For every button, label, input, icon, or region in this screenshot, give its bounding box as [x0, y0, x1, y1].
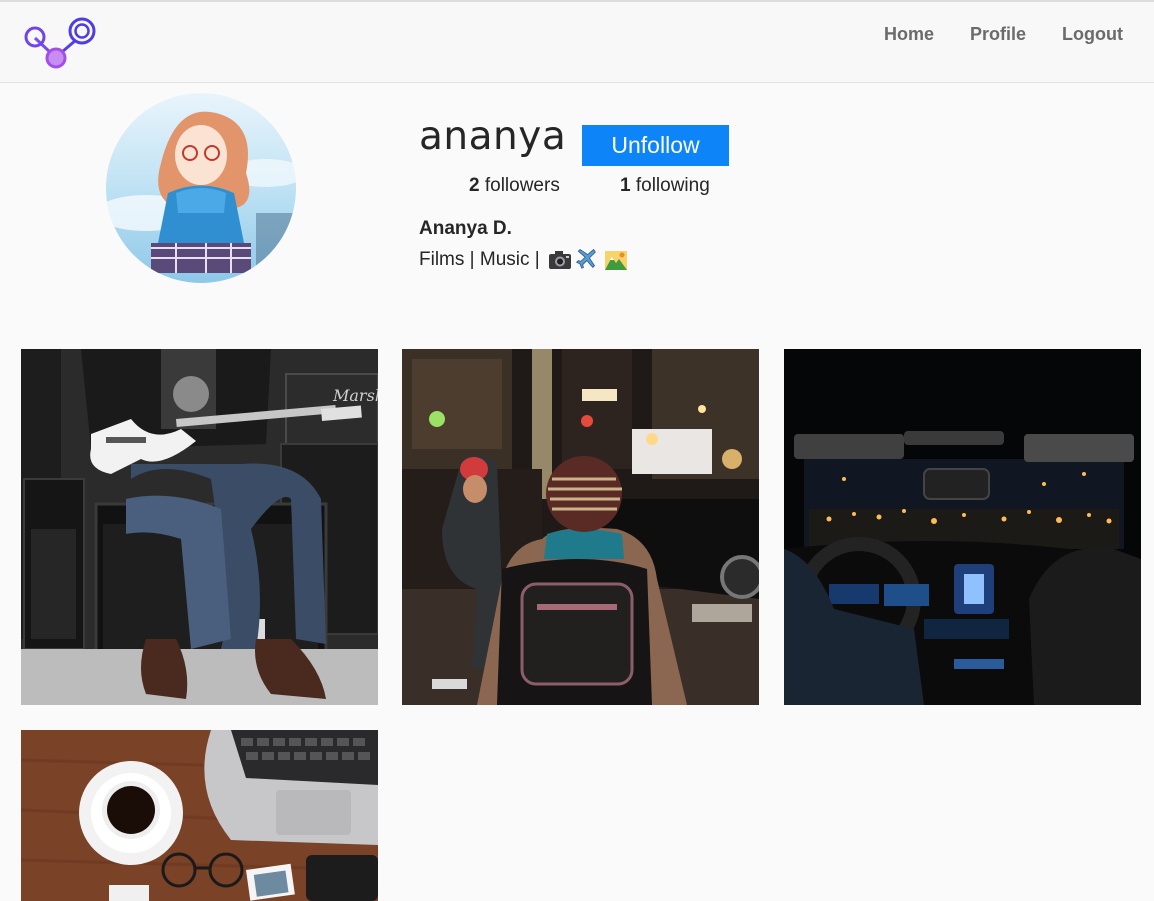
following-label: following — [635, 175, 710, 196]
followers-label: followers — [484, 175, 560, 196]
navbar: Home Profile Logout — [0, 2, 1154, 83]
unfollow-button[interactable]: Unfollow — [582, 125, 729, 166]
following-count: 1 — [620, 175, 631, 196]
post-car-night[interactable] — [784, 349, 1141, 705]
logo-icon[interactable] — [22, 14, 100, 72]
post-coffee-desk[interactable] — [21, 730, 378, 901]
profile-avatar — [106, 93, 296, 283]
nav-home-link[interactable]: Home — [884, 24, 934, 45]
followers-stat[interactable]: 2 followers — [469, 175, 560, 197]
camera-icon — [548, 248, 572, 272]
post-guitar[interactable]: Marsh — [21, 349, 378, 705]
bio-text: Films | Music | — [419, 249, 540, 270]
airplane-icon — [575, 248, 600, 272]
nav-profile-link[interactable]: Profile — [970, 24, 1026, 45]
profile-full-name: Ananya D. — [419, 218, 512, 239]
profile-username: ananya — [419, 114, 567, 159]
nav-logout-link[interactable]: Logout — [1062, 24, 1123, 45]
mountain-icon — [604, 248, 628, 272]
profile-bio: Films | Music | — [419, 248, 628, 272]
followers-count: 2 — [469, 175, 480, 196]
svg-text:Marsh: Marsh — [332, 386, 378, 405]
post-city-street[interactable] — [402, 349, 759, 705]
following-stat[interactable]: 1 following — [620, 175, 710, 197]
